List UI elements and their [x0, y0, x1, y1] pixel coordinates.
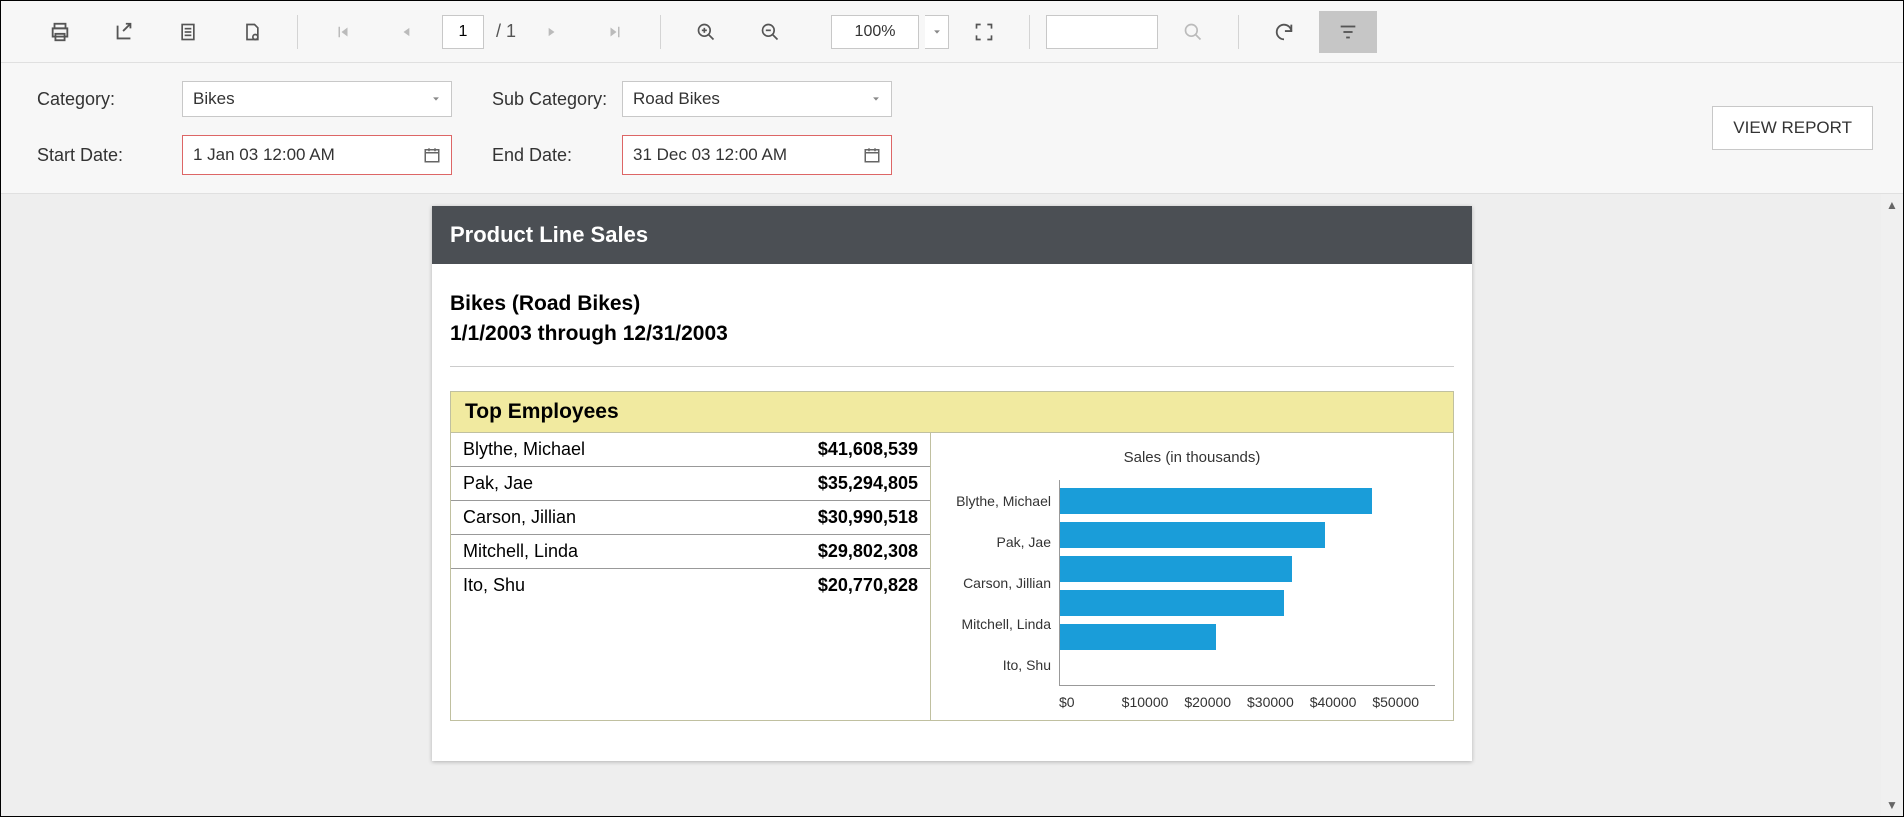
report-date-range: 1/1/2003 through 12/31/2003	[450, 322, 1454, 346]
category-value: Bikes	[193, 89, 235, 109]
last-page-button[interactable]	[586, 11, 644, 53]
table-row: Mitchell, Linda $29,802,308	[451, 535, 930, 569]
employee-name: Ito, Shu	[463, 575, 525, 596]
chart-bar	[1060, 556, 1292, 582]
employee-name: Pak, Jae	[463, 473, 533, 494]
search-input[interactable]	[1046, 15, 1158, 49]
chart-y-labels: Blythe, Michael Pak, Jae Carson, Jillian…	[949, 480, 1059, 686]
parameters-panel: Category: Bikes Sub Category: Road Bikes…	[1, 63, 1903, 194]
sales-chart: Sales (in thousands) Blythe, Michael Pak…	[931, 433, 1453, 720]
chart-x-axis: $0 $10000 $20000 $30000 $40000 $50000	[1059, 694, 1435, 710]
page-layout-button[interactable]	[159, 11, 217, 53]
vertical-scrollbar[interactable]: ▲ ▼	[1881, 194, 1903, 816]
table-row: Pak, Jae $35,294,805	[451, 467, 930, 501]
chart-y-label: Pak, Jae	[949, 534, 1051, 550]
report-subheader: Bikes (Road Bikes)	[450, 292, 1454, 316]
refresh-button[interactable]	[1255, 11, 1313, 53]
start-date-label: Start Date:	[37, 145, 182, 166]
chart-y-label: Carson, Jillian	[949, 575, 1051, 591]
end-date-value: 31 Dec 03 12:00 AM	[633, 145, 787, 165]
total-pages-label: / 1	[496, 21, 516, 42]
report-toolbar: / 1 100%	[1, 1, 1903, 63]
toolbar-separator	[297, 15, 298, 49]
section-title: Top Employees	[450, 391, 1454, 432]
subcategory-select[interactable]: Road Bikes	[622, 81, 892, 117]
employee-value: $30,990,518	[818, 507, 918, 528]
toolbar-separator	[1029, 15, 1030, 49]
start-date-input[interactable]: 1 Jan 03 12:00 AM	[182, 135, 452, 175]
chart-bar	[1060, 488, 1372, 514]
toolbar-separator	[660, 15, 661, 49]
chevron-down-icon	[431, 94, 441, 104]
start-date-value: 1 Jan 03 12:00 AM	[193, 145, 335, 165]
end-date-input[interactable]: 31 Dec 03 12:00 AM	[622, 135, 892, 175]
chart-x-tick: $50000	[1372, 694, 1435, 710]
zoom-value: 100%	[855, 23, 896, 41]
category-select[interactable]: Bikes	[182, 81, 452, 117]
employees-table: Blythe, Michael $41,608,539 Pak, Jae $35…	[451, 433, 931, 720]
chart-bar	[1060, 522, 1325, 548]
category-label: Category:	[37, 89, 182, 110]
print-button[interactable]	[31, 11, 89, 53]
parameters-toggle-button[interactable]	[1319, 11, 1377, 53]
fit-page-button[interactable]	[955, 11, 1013, 53]
search-button[interactable]	[1164, 11, 1222, 53]
chart-y-label: Mitchell, Linda	[949, 616, 1051, 632]
table-row: Blythe, Michael $41,608,539	[451, 433, 930, 467]
chart-bar	[1060, 590, 1284, 616]
first-page-button[interactable]	[314, 11, 372, 53]
zoom-dropdown-caret[interactable]	[925, 15, 949, 49]
chart-bars	[1059, 480, 1435, 686]
chart-x-tick: $10000	[1122, 694, 1185, 710]
chart-bar	[1060, 624, 1216, 650]
next-page-button[interactable]	[522, 11, 580, 53]
zoom-in-button[interactable]	[677, 11, 735, 53]
report-page: Product Line Sales Bikes (Road Bikes) 1/…	[432, 206, 1472, 761]
employee-value: $35,294,805	[818, 473, 918, 494]
current-page-input[interactable]	[442, 15, 484, 49]
report-title: Product Line Sales	[432, 206, 1472, 264]
scroll-down-icon[interactable]: ▼	[1881, 794, 1903, 816]
chart-y-label: Ito, Shu	[949, 657, 1051, 673]
table-row: Ito, Shu $20,770,828	[451, 569, 930, 602]
employee-name: Mitchell, Linda	[463, 541, 578, 562]
employee-name: Carson, Jillian	[463, 507, 576, 528]
chart-y-label: Blythe, Michael	[949, 493, 1051, 509]
chart-x-tick: $30000	[1247, 694, 1310, 710]
zoom-out-button[interactable]	[741, 11, 799, 53]
subcategory-label: Sub Category:	[492, 89, 622, 110]
export-button[interactable]	[95, 11, 153, 53]
chart-x-tick: $20000	[1184, 694, 1247, 710]
calendar-icon[interactable]	[423, 146, 441, 164]
divider	[450, 366, 1454, 367]
employee-value: $20,770,828	[818, 575, 918, 596]
employee-value: $29,802,308	[818, 541, 918, 562]
employee-value: $41,608,539	[818, 439, 918, 460]
zoom-select[interactable]: 100%	[831, 15, 919, 49]
scroll-up-icon[interactable]: ▲	[1881, 194, 1903, 216]
chevron-down-icon	[871, 94, 881, 104]
subcategory-value: Road Bikes	[633, 89, 720, 109]
table-row: Carson, Jillian $30,990,518	[451, 501, 930, 535]
view-report-button[interactable]: VIEW REPORT	[1712, 106, 1873, 150]
end-date-label: End Date:	[492, 145, 622, 166]
chart-x-tick: $40000	[1310, 694, 1373, 710]
report-viewport[interactable]: Product Line Sales Bikes (Road Bikes) 1/…	[1, 194, 1903, 816]
calendar-icon[interactable]	[863, 146, 881, 164]
employee-name: Blythe, Michael	[463, 439, 585, 460]
page-setup-button[interactable]	[223, 11, 281, 53]
toolbar-separator	[1238, 15, 1239, 49]
prev-page-button[interactable]	[378, 11, 436, 53]
chart-x-tick: $0	[1059, 694, 1122, 710]
chart-title: Sales (in thousands)	[949, 449, 1435, 466]
